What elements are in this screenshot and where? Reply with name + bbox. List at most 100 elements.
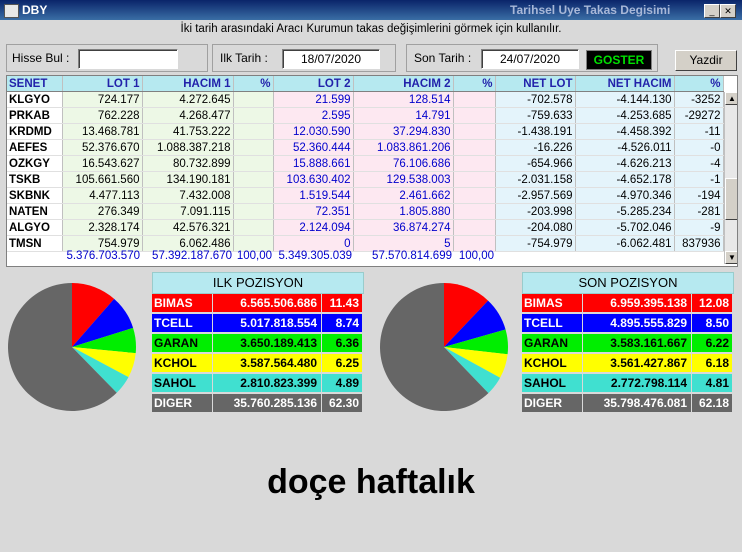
- column-header[interactable]: HACIM 2: [353, 76, 454, 92]
- pozisyon-row: BIMAS 6.565.506.686 11.43: [152, 294, 362, 312]
- pozisyon-name: BIMAS: [152, 294, 212, 312]
- pozisyon-name: TCELL: [522, 314, 582, 332]
- title-bar: DBY Tarihsel Uye Takas Degisimi _ ✕: [0, 0, 742, 20]
- table-row[interactable]: ALGYO 2.328.174 42.576.321 2.124.094 36.874.…: [7, 219, 724, 236]
- pozisyon-value: 2.772.798.114: [583, 374, 691, 392]
- table-cell: [453, 123, 496, 140]
- table-cell: -754.979: [495, 235, 576, 252]
- table-row[interactable]: AEFES 52.376.670 1.088.387.218 52.360.444 1.…: [7, 139, 724, 156]
- pozisyon-pct: 6.36: [322, 334, 362, 352]
- son-tarih-input[interactable]: 24/07/2020: [481, 49, 579, 69]
- table-row[interactable]: SKBNK 4.477.113 7.432.008 1.519.544 2.461.66…: [7, 187, 724, 204]
- table-cell: 2.461.662: [353, 187, 454, 204]
- table-cell: 36.874.274: [353, 219, 454, 236]
- pozisyon-row: DIGER 35.760.285.136 62.30: [152, 394, 362, 412]
- table-cell: 1.519.544: [273, 187, 354, 204]
- table-cell: -1.438.191: [495, 123, 576, 140]
- hisse-search-input[interactable]: [78, 49, 178, 69]
- total-hacim2: 57.570.814.699: [372, 250, 452, 262]
- window-title: DBY: [22, 3, 48, 17]
- total-hacim1: 57.392.187.670: [152, 250, 232, 262]
- table-cell: 13.468.781: [62, 123, 143, 140]
- goster-button[interactable]: GOSTER: [586, 50, 652, 70]
- table-row[interactable]: NATEN 276.349 7.091.115 72.351 1.805.880 -203…: [7, 203, 724, 220]
- table-cell: 129.538.003: [353, 171, 454, 188]
- table-row[interactable]: OZKGY 16.543.627 80.732.899 15.888.661 76.10…: [7, 155, 724, 172]
- table-cell: 1.083.861.206: [353, 139, 454, 156]
- son-tarih-label: Son Tarih :: [414, 51, 472, 65]
- column-header[interactable]: SENET: [7, 76, 63, 92]
- table-cell: [453, 187, 496, 204]
- column-header[interactable]: %: [453, 76, 496, 92]
- table-cell: TSKB: [7, 171, 63, 188]
- table-cell: -4.626.213: [575, 155, 675, 172]
- ilk-tarih-label: Ilk Tarih :: [220, 51, 268, 65]
- table-cell: -4.253.685: [575, 107, 675, 124]
- table-cell: -4.144.130: [575, 91, 675, 108]
- table-cell: [233, 155, 274, 172]
- table-cell: [233, 219, 274, 236]
- table-row[interactable]: TSKB 105.661.560 134.190.181 103.630.402 129…: [7, 171, 724, 188]
- table-cell: PRKAB: [7, 107, 63, 124]
- column-header[interactable]: %: [233, 76, 274, 92]
- app-icon: [4, 4, 19, 18]
- table-cell: -5.285.234: [575, 203, 675, 220]
- pozisyon-row: GARAN 3.583.161.667 6.22: [522, 334, 732, 352]
- table-cell: 128.514: [353, 91, 454, 108]
- pozisyon-pct: 12.08: [692, 294, 732, 312]
- table-cell: -702.578: [495, 91, 576, 108]
- minimize-icon[interactable]: _: [704, 4, 720, 18]
- table-cell: -2.031.158: [495, 171, 576, 188]
- column-header[interactable]: HACIM 1: [142, 76, 234, 92]
- takas-table: SENET LOT 1 HACIM 1% LOT 2 HACIM 2% NET LOT NE…: [6, 75, 738, 267]
- table-scrollbar[interactable]: ▲ ▼: [724, 92, 737, 264]
- table-cell: -29272: [674, 107, 724, 124]
- pozisyon-row: GARAN 3.650.189.413 6.36: [152, 334, 362, 352]
- column-header[interactable]: LOT 2: [273, 76, 354, 92]
- table-cell: [233, 123, 274, 140]
- pozisyon-pct: 8.50: [692, 314, 732, 332]
- total-pct1: 100,00: [236, 250, 272, 262]
- pozisyon-name: TCELL: [152, 314, 212, 332]
- scroll-up-icon[interactable]: ▲: [725, 92, 737, 105]
- table-cell: [453, 107, 496, 124]
- scroll-thumb[interactable]: [725, 178, 737, 220]
- table-row[interactable]: KLGYO 724.177 4.272.645 21.599 128.514 -702.5…: [7, 91, 724, 108]
- pozisyon-row: SAHOL 2.810.823.399 4.89: [152, 374, 362, 392]
- pozisyon-value: 35.760.285.136: [213, 394, 321, 412]
- close-icon[interactable]: ✕: [720, 4, 736, 18]
- table-cell: [233, 171, 274, 188]
- table-cell: AEFES: [7, 139, 63, 156]
- total-lot2: 5.349.305.039: [278, 250, 352, 262]
- column-header[interactable]: NET LOT: [495, 76, 576, 92]
- table-cell: ALGYO: [7, 219, 63, 236]
- column-header[interactable]: NET HACIM: [575, 76, 675, 92]
- table-cell: 4.477.113: [62, 187, 143, 204]
- table-row[interactable]: KRDMD 13.468.781 41.753.222 12.030.590 37.29…: [7, 123, 724, 140]
- table-cell: -1: [674, 171, 724, 188]
- column-header[interactable]: %: [674, 76, 724, 92]
- table-cell: 80.732.899: [142, 155, 234, 172]
- table-cell: -4.458.392: [575, 123, 675, 140]
- pozisyon-value: 4.895.555.829: [583, 314, 691, 332]
- pozisyon-pct: 6.25: [322, 354, 362, 372]
- table-cell: [453, 171, 496, 188]
- table-cell: 103.630.402: [273, 171, 354, 188]
- pozisyon-value: 6.565.506.686: [213, 294, 321, 312]
- table-cell: -4.526.011: [575, 139, 675, 156]
- pozisyon-value: 35.798.476.081: [583, 394, 691, 412]
- pozisyon-name: DIGER: [152, 394, 212, 412]
- table-cell: -203.998: [495, 203, 576, 220]
- table-row[interactable]: PRKAB 762.228 4.268.477 2.595 14.791 -759.633…: [7, 107, 724, 124]
- scroll-down-icon[interactable]: ▼: [725, 251, 737, 264]
- table-cell: 2.124.094: [273, 219, 354, 236]
- table-cell: KRDMD: [7, 123, 63, 140]
- pozisyon-row: KCHOL 3.587.564.480 6.25: [152, 354, 362, 372]
- table-cell: 14.791: [353, 107, 454, 124]
- table-cell: 762.228: [62, 107, 143, 124]
- ilk-tarih-input[interactable]: 18/07/2020: [282, 49, 380, 69]
- yazdir-button[interactable]: Yazdir: [675, 50, 737, 71]
- pozisyon-name: BIMAS: [522, 294, 582, 312]
- column-header[interactable]: LOT 1: [62, 76, 143, 92]
- son-pozisyon-title: SON POZISYON: [522, 272, 734, 294]
